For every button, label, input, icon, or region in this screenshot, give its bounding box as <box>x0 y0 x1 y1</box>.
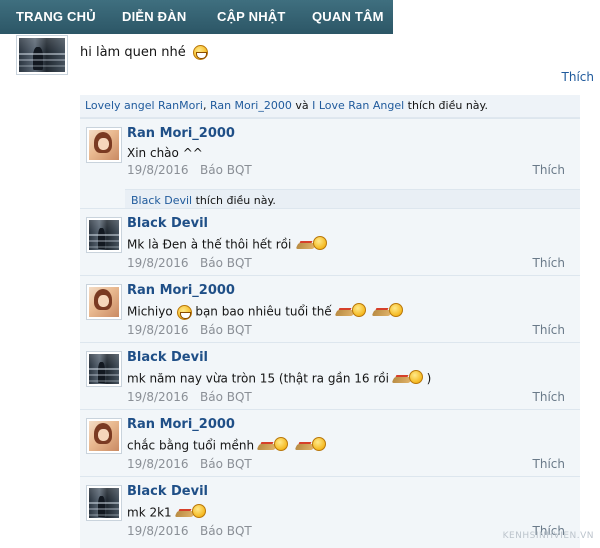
scooter-emoticon-icon <box>371 303 404 321</box>
comment-date: 19/8/2016 <box>127 457 189 471</box>
status-like-button[interactable]: Thích <box>562 70 594 84</box>
site-watermark: KENHSINHVIEN.VN <box>502 531 594 541</box>
liker-link[interactable]: Black Devil <box>131 194 192 207</box>
girl-avatar-image <box>89 421 119 451</box>
scooter-emoticon-icon <box>174 504 206 522</box>
report-button[interactable]: Báo BQT <box>200 524 252 538</box>
scooter-emoticon-icon <box>391 370 423 388</box>
nav-item-updates[interactable]: CẬP NHẬT <box>217 9 286 24</box>
liker-link[interactable]: Lovely angel RanMori <box>85 99 203 112</box>
likes-summary: Lovely angel RanMori, Ran Mori_2000 và I… <box>80 95 580 118</box>
comment-avatar[interactable] <box>86 284 122 320</box>
comment-date: 19/8/2016 <box>127 323 189 337</box>
comment-item: Ran Mori_2000 Xin chào ^^ 19/8/2016 Báo … <box>80 118 580 210</box>
scooter-emoticon-icon <box>334 303 366 321</box>
comment-text: mk năm nay vừa tròn 15 (thật ra gần 16 r… <box>127 370 431 388</box>
status-message: hi làm quen nhé <box>80 45 208 60</box>
comment-likes-summary: Black Devil thích điều này. <box>125 189 580 210</box>
liker-link[interactable]: I Love Ran Angel <box>312 99 404 112</box>
nav-item-forum[interactable]: DIỄN ĐÀN <box>122 9 186 24</box>
scooter-emoticon-icon <box>294 437 326 455</box>
comment-like-button[interactable]: Thích <box>533 163 565 177</box>
comment-author[interactable]: Ran Mori_2000 <box>127 283 235 298</box>
report-button[interactable]: Báo BQT <box>200 390 252 404</box>
nav-item-home[interactable]: TRANG CHỦ <box>16 9 96 24</box>
comment-author[interactable]: Ran Mori_2000 <box>127 417 235 432</box>
comment-date: 19/8/2016 <box>127 163 189 177</box>
comment-text: Xin chào ^^ <box>127 146 203 160</box>
comment-item: Black Devil Mk là Đen à thế thôi hết rồi… <box>80 208 580 276</box>
grin-emoticon-icon <box>176 304 192 320</box>
comment-like-button[interactable]: Thích <box>533 323 565 337</box>
report-button[interactable]: Báo BQT <box>200 256 252 270</box>
comment-text: chắc bằng tuổi mềnh <box>127 437 326 455</box>
girl-avatar-image <box>89 130 119 160</box>
comment-author[interactable]: Black Devil <box>127 484 208 499</box>
comment-date: 19/8/2016 <box>127 390 189 404</box>
top-navigation: TRANG CHỦ DIỄN ĐÀN CẬP NHẬT QUAN TÂM <box>0 0 393 34</box>
report-button[interactable]: Báo BQT <box>200 457 252 471</box>
dark-avatar-image <box>19 38 65 72</box>
report-button[interactable]: Báo BQT <box>200 323 252 337</box>
grin-emoticon-icon <box>192 45 208 60</box>
comment-like-button[interactable]: Thích <box>533 457 565 471</box>
comment-like-button[interactable]: Thích <box>533 256 565 270</box>
comment-author[interactable]: Black Devil <box>127 216 208 231</box>
comment-author[interactable]: Ran Mori_2000 <box>127 126 235 141</box>
comment-item: Black Devil mk năm nay vừa tròn 15 (thật… <box>80 342 580 410</box>
comment-avatar[interactable] <box>86 217 122 253</box>
comment-avatar[interactable] <box>86 127 122 163</box>
nav-item-following[interactable]: QUAN TÂM <box>312 9 384 24</box>
dark-avatar-image <box>89 488 119 518</box>
comment-text: Michiyo bạn bao nhiêu tuổi thế <box>127 303 404 321</box>
comment-author[interactable]: Black Devil <box>127 350 208 365</box>
scooter-emoticon-icon <box>256 437 288 455</box>
dark-avatar-image <box>89 220 119 250</box>
comment-item: Ran Mori_2000 Michiyo bạn bao nhiêu tuổi… <box>80 275 580 343</box>
comment-avatar[interactable] <box>86 351 122 387</box>
comment-like-button[interactable]: Thích <box>533 390 565 404</box>
report-button[interactable]: Báo BQT <box>200 163 252 177</box>
dark-avatar-image <box>89 354 119 384</box>
status-text: hi làm quen nhé <box>80 45 186 60</box>
comment-date: 19/8/2016 <box>127 256 189 270</box>
scooter-emoticon-icon <box>295 236 328 254</box>
comment-date: 19/8/2016 <box>127 524 189 538</box>
comment-item: Ran Mori_2000 chắc bằng tuổi mềnh 19/8/2… <box>80 409 580 477</box>
comment-avatar[interactable] <box>86 485 122 521</box>
girl-avatar-image <box>89 287 119 317</box>
comment-text: mk 2k1 <box>127 504 206 522</box>
status-author-avatar[interactable] <box>16 35 68 75</box>
comment-text: Mk là Đen à thế thôi hết rồi <box>127 236 328 254</box>
liker-link[interactable]: Ran Mori_2000 <box>210 99 292 112</box>
comment-avatar[interactable] <box>86 418 122 454</box>
